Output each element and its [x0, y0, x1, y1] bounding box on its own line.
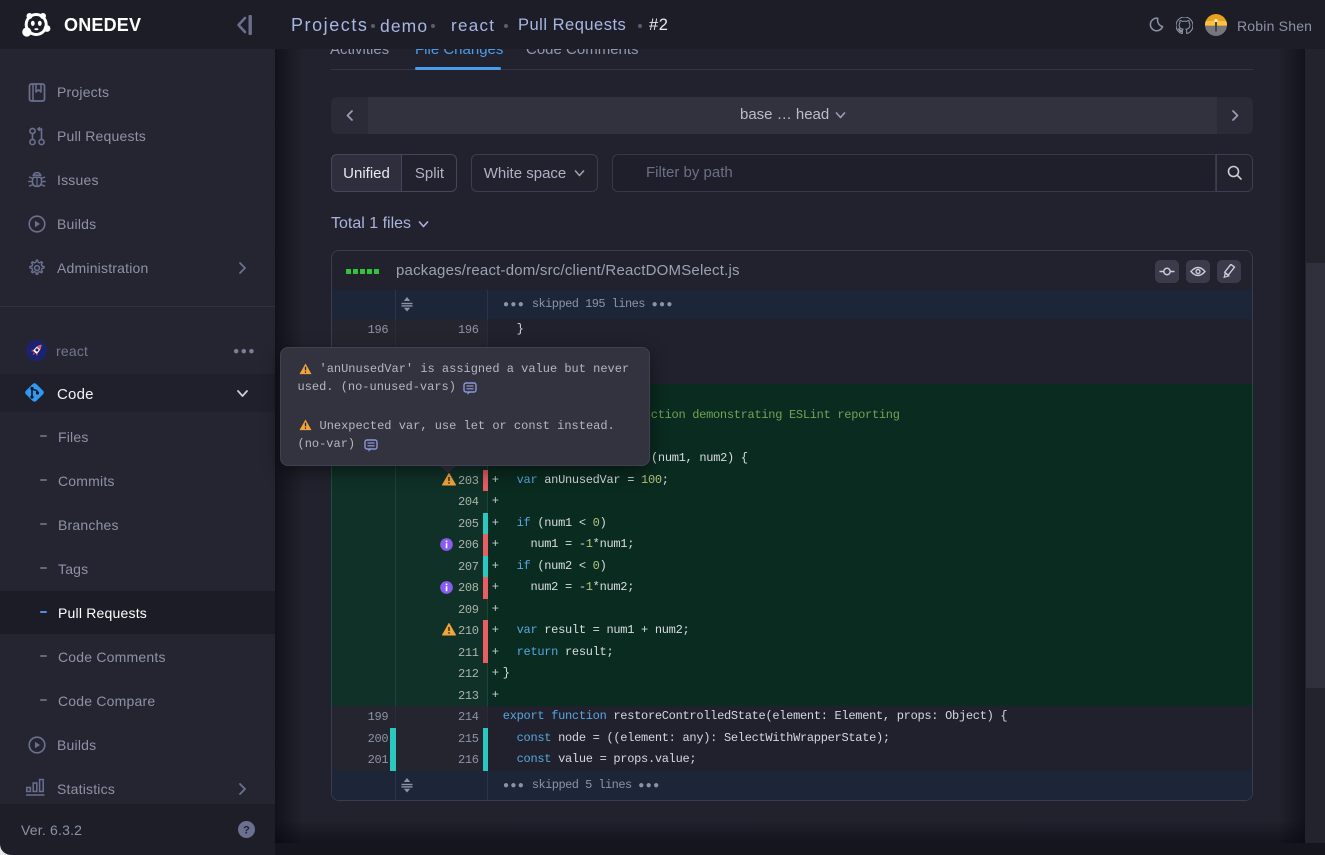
svg-text:?: ?	[243, 825, 250, 837]
